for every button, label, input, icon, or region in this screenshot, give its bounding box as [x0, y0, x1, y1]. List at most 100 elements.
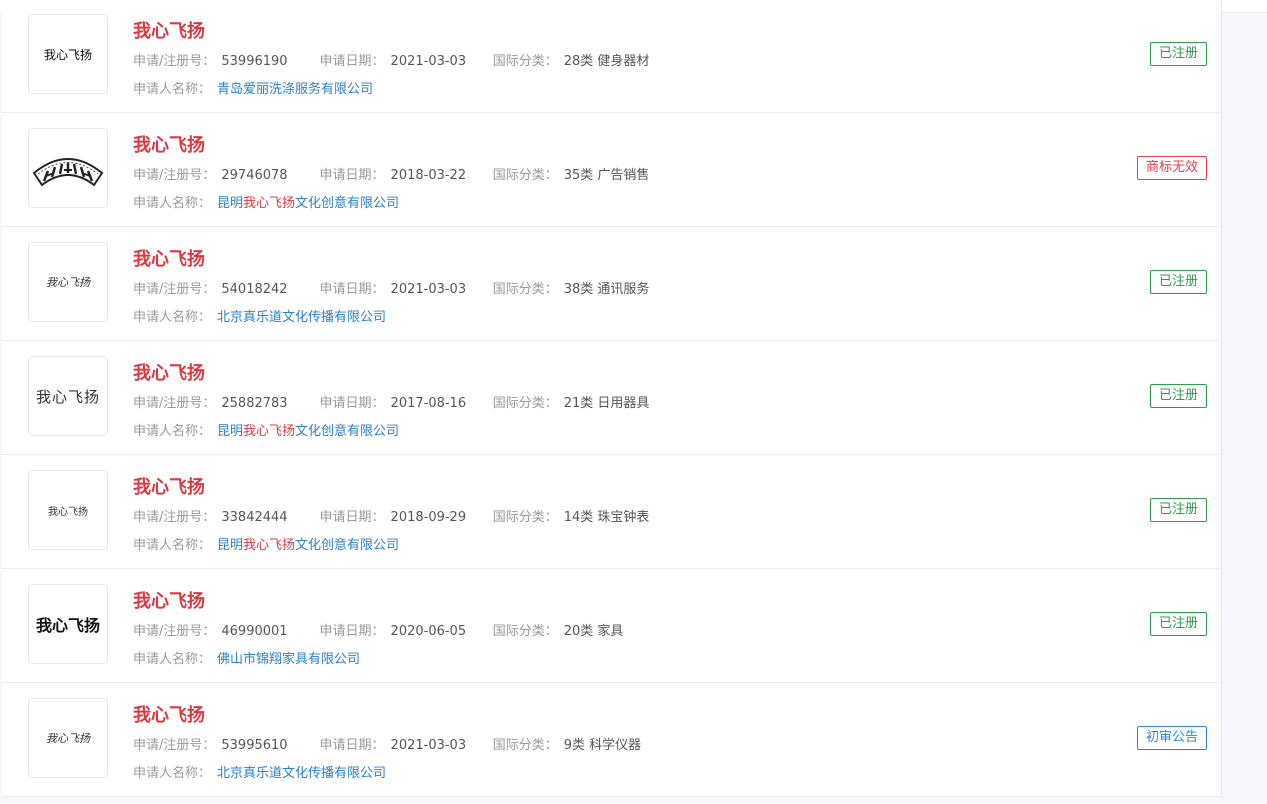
trademark-name[interactable]: 我心飞扬	[133, 587, 205, 613]
applicant-row: 申请人名称： 北京真乐道文化传播有限公司	[133, 762, 386, 781]
applicant-link[interactable]: 北京真乐道文化传播有限公司	[217, 310, 386, 325]
reg-no-label: 申请/注册号：	[133, 168, 216, 183]
trademark-item[interactable]: 我心飞扬 我心飞扬 申请/注册号： 46990001 申请日期： 2020-06-0…	[2, 569, 1221, 683]
trademark-logo[interactable]: 我心飞扬	[28, 14, 108, 94]
reg-no-label: 申请/注册号：	[133, 282, 216, 297]
status-badge: 已注册	[1149, 42, 1207, 66]
trademark-name[interactable]: 我心飞扬	[133, 473, 205, 499]
trademark-meta: 申请/注册号： 25882783 申请日期： 2017-08-16 国际分类： 21类…	[133, 392, 649, 411]
intl-class-value: 38类 通讯服务	[563, 282, 650, 297]
applicant-label: 申请人名称：	[133, 82, 212, 97]
intl-class-label: 国际分类：	[492, 396, 558, 411]
reg-no-label: 申请/注册号：	[133, 54, 216, 69]
applicant-link[interactable]: 北京真乐道文化传播有限公司	[217, 766, 386, 781]
applicant-name-part: 昆明	[217, 424, 244, 439]
applicant-name-highlight: 我心飞扬	[243, 424, 296, 439]
apply-date-value: 2021-03-03	[390, 738, 467, 753]
apply-date-label: 申请日期：	[319, 282, 385, 297]
intl-class-label: 国际分类：	[492, 282, 558, 297]
trademark-logo[interactable]: 我心飞扬	[28, 584, 108, 664]
trademark-meta: 申请/注册号： 53996190 申请日期： 2021-03-03 国际分类： 28类…	[133, 50, 649, 69]
applicant-link[interactable]: 昆明我心飞扬文化创意有限公司	[217, 424, 399, 439]
intl-class-label: 国际分类：	[492, 738, 558, 753]
trademark-item[interactable]: 我心飞扬 申请/注册号： 29746078 申请日期： 2018-03-22 国际分…	[2, 113, 1221, 227]
trademark-item[interactable]: 我心飞扬 我心飞扬 申请/注册号： 54018242 申请日期： 2021-03-0…	[2, 227, 1221, 341]
applicant-link[interactable]: 佛山市锦翔家具有限公司	[217, 652, 360, 667]
applicant-label: 申请人名称：	[133, 766, 212, 781]
applicant-label: 申请人名称：	[133, 310, 212, 325]
apply-date-label: 申请日期：	[319, 54, 385, 69]
trademark-name[interactable]: 我心飞扬	[133, 131, 205, 157]
applicant-link[interactable]: 昆明我心飞扬文化创意有限公司	[217, 196, 399, 211]
status-badge: 商标无效	[1136, 156, 1207, 180]
applicant-row: 申请人名称： 青岛爱丽洗涤服务有限公司	[133, 78, 373, 97]
reg-no-value: 53995610	[221, 738, 288, 753]
applicant-label: 申请人名称：	[133, 424, 212, 439]
trademark-name[interactable]: 我心飞扬	[133, 245, 205, 271]
status-badge: 已注册	[1149, 498, 1207, 522]
intl-class-value: 9类 科学仪器	[563, 738, 642, 753]
applicant-label: 申请人名称：	[133, 652, 212, 667]
apply-date-value: 2021-03-03	[390, 54, 467, 69]
applicant-link[interactable]: 青岛爱丽洗涤服务有限公司	[217, 82, 373, 97]
applicant-row: 申请人名称： 昆明我心飞扬文化创意有限公司	[133, 420, 399, 439]
reg-no-label: 申请/注册号：	[133, 510, 216, 525]
trademark-logo-text: 我心飞扬	[35, 616, 100, 635]
trademark-logo-text: 我心飞扬	[46, 276, 90, 289]
trademark-item[interactable]: 我心飞扬 我心飞扬 申请/注册号： 53995610 申请日期： 2021-03-0…	[2, 683, 1221, 797]
applicant-row: 申请人名称： 昆明我心飞扬文化创意有限公司	[133, 192, 399, 211]
trademark-result-list: 我心飞扬 我心飞扬 申请/注册号： 53996190 申请日期： 2021-03-0…	[2, 0, 1222, 797]
trademark-item[interactable]: 我心飞扬 我心飞扬 申请/注册号： 53996190 申请日期： 2021-03-0…	[2, 0, 1221, 113]
applicant-name-part: 北京真乐道文化传播有限公司	[217, 766, 387, 781]
trademark-logo[interactable]: 我心飞扬	[28, 242, 108, 322]
trademark-meta: 申请/注册号： 46990001 申请日期： 2020-06-05 国际分类： 20类…	[133, 620, 623, 639]
reg-no-value: 54018242	[221, 282, 288, 297]
intl-class-value: 35类 广告销售	[563, 168, 650, 183]
intl-class-value: 14类 珠宝钟表	[563, 510, 650, 525]
reg-no-value: 29746078	[221, 168, 288, 183]
apply-date-label: 申请日期：	[319, 396, 385, 411]
applicant-row: 申请人名称： 昆明我心飞扬文化创意有限公司	[133, 534, 399, 553]
apply-date-value: 2020-06-05	[390, 624, 467, 639]
applicant-name-part: 文化创意有限公司	[295, 538, 400, 553]
applicant-link[interactable]: 昆明我心飞扬文化创意有限公司	[217, 538, 399, 553]
apply-date-value: 2018-09-29	[390, 510, 467, 525]
trademark-logo-text: 我心飞扬	[35, 387, 100, 406]
reg-no-label: 申请/注册号：	[133, 396, 216, 411]
applicant-name-part: 青岛爱丽洗涤服务有限公司	[217, 82, 374, 97]
intl-class-value: 28类 健身器材	[563, 54, 650, 69]
trademark-logo[interactable]: 我心飞扬	[28, 470, 108, 550]
trademark-logo[interactable]	[28, 128, 108, 208]
apply-date-label: 申请日期：	[319, 510, 385, 525]
apply-date-label: 申请日期：	[319, 168, 385, 183]
intl-class-label: 国际分类：	[492, 624, 558, 639]
applicant-name-part: 昆明	[217, 196, 244, 211]
intl-class-label: 国际分类：	[492, 168, 558, 183]
intl-class-label: 国际分类：	[492, 54, 558, 69]
trademark-item[interactable]: 我心飞扬 我心飞扬 申请/注册号： 25882783 申请日期： 2017-08-1…	[2, 341, 1221, 455]
applicant-row: 申请人名称： 佛山市锦翔家具有限公司	[133, 648, 360, 667]
trademark-name[interactable]: 我心飞扬	[133, 17, 205, 43]
reg-no-label: 申请/注册号：	[133, 624, 216, 639]
status-badge: 已注册	[1149, 270, 1207, 294]
trademark-logo[interactable]: 我心飞扬	[28, 698, 108, 778]
trademark-name[interactable]: 我心飞扬	[133, 701, 205, 727]
status-badge: 初审公告	[1136, 726, 1207, 750]
applicant-label: 申请人名称：	[133, 538, 212, 553]
trademark-meta: 申请/注册号： 33842444 申请日期： 2018-09-29 国际分类： 14类…	[133, 506, 649, 525]
reg-no-value: 46990001	[221, 624, 288, 639]
intl-class-label: 国际分类：	[492, 510, 558, 525]
reg-no-value: 25882783	[221, 396, 288, 411]
applicant-name-highlight: 我心飞扬	[243, 196, 296, 211]
trademark-meta: 申请/注册号： 53995610 申请日期： 2021-03-03 国际分类： 9类 …	[133, 734, 641, 753]
applicant-label: 申请人名称：	[133, 196, 212, 211]
reg-no-value: 33842444	[221, 510, 288, 525]
reg-no-value: 53996190	[221, 54, 288, 69]
reg-no-label: 申请/注册号：	[133, 738, 216, 753]
fan-seal-logo-icon	[32, 158, 104, 187]
intl-class-value: 20类 家具	[563, 624, 624, 639]
trademark-name[interactable]: 我心飞扬	[133, 359, 205, 385]
trademark-logo[interactable]: 我心飞扬	[28, 356, 108, 436]
applicant-name-part: 佛山市锦翔家具有限公司	[217, 652, 361, 667]
trademark-item[interactable]: 我心飞扬 我心飞扬 申请/注册号： 33842444 申请日期： 2018-09-2…	[2, 455, 1221, 569]
